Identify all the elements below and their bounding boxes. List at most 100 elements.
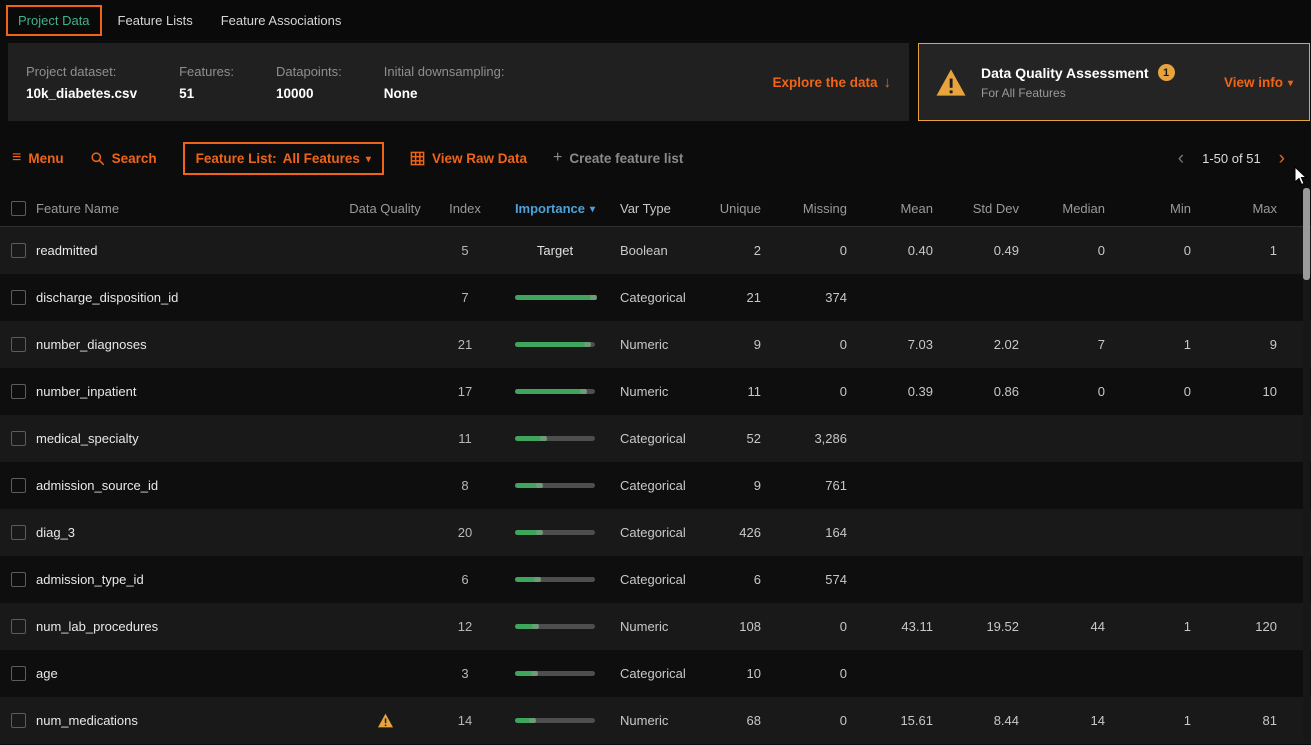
importance-cell: Target bbox=[500, 243, 610, 258]
index-value: 7 bbox=[430, 290, 500, 305]
header-var-type[interactable]: Var Type bbox=[610, 201, 700, 216]
data-quality-cell bbox=[340, 666, 430, 681]
data-quality-cell bbox=[340, 384, 430, 399]
header-std-dev[interactable]: Std Dev bbox=[947, 201, 1033, 216]
warning-icon bbox=[377, 713, 394, 728]
header-mean[interactable]: Mean bbox=[861, 201, 947, 216]
vertical-scrollbar[interactable] bbox=[1303, 188, 1310, 741]
view-raw-data-button[interactable]: View Raw Data bbox=[410, 151, 527, 166]
row-checkbox[interactable] bbox=[11, 243, 26, 258]
feature-list-dropdown[interactable]: Feature List: All Features ▾ bbox=[183, 142, 384, 175]
table-row[interactable]: num_lab_procedures 12 Numeric 108 0 43.1… bbox=[0, 603, 1311, 650]
row-checkbox[interactable] bbox=[11, 666, 26, 681]
header-missing[interactable]: Missing bbox=[775, 201, 861, 216]
table-row[interactable]: number_diagnoses 21 Numeric 9 0 7.03 2.0… bbox=[0, 321, 1311, 368]
median-value: 7 bbox=[1033, 337, 1119, 352]
row-checkbox[interactable] bbox=[11, 525, 26, 540]
std-dev-value: 8.44 bbox=[947, 713, 1033, 728]
select-all-checkbox[interactable] bbox=[11, 201, 26, 216]
pagination-prev-button[interactable]: ‹ bbox=[1178, 149, 1184, 168]
mean-value: 15.61 bbox=[861, 713, 947, 728]
row-checkbox[interactable] bbox=[11, 619, 26, 634]
max-value: 10 bbox=[1205, 384, 1291, 399]
row-checkbox-cell bbox=[0, 243, 36, 258]
data-quality-cell bbox=[340, 431, 430, 446]
var-type-value: Numeric bbox=[610, 713, 700, 728]
row-checkbox-cell bbox=[0, 666, 36, 681]
row-checkbox-cell bbox=[0, 619, 36, 634]
missing-value: 0 bbox=[775, 666, 861, 681]
header-max[interactable]: Max bbox=[1205, 201, 1291, 216]
unique-value: 9 bbox=[700, 478, 775, 493]
quality-panel-text: Data Quality Assessment 1 For All Featur… bbox=[981, 64, 1175, 100]
var-type-value: Numeric bbox=[610, 619, 700, 634]
menu-button[interactable]: ≡ Menu bbox=[12, 150, 64, 166]
missing-value: 0 bbox=[775, 619, 861, 634]
tab-feature-lists[interactable]: Feature Lists bbox=[106, 5, 205, 36]
row-checkbox[interactable] bbox=[11, 384, 26, 399]
std-dev-value: 2.02 bbox=[947, 337, 1033, 352]
row-checkbox[interactable] bbox=[11, 713, 26, 728]
importance-cell bbox=[500, 577, 610, 582]
header-median[interactable]: Median bbox=[1033, 201, 1119, 216]
min-value: 1 bbox=[1119, 713, 1205, 728]
row-checkbox[interactable] bbox=[11, 572, 26, 587]
header-data-quality[interactable]: Data Quality bbox=[340, 201, 430, 216]
table-row[interactable]: number_inpatient 17 Numeric 11 0 0.39 0.… bbox=[0, 368, 1311, 415]
table-row[interactable]: medical_specialty 11 Categorical 52 3,28… bbox=[0, 415, 1311, 462]
row-checkbox[interactable] bbox=[11, 290, 26, 305]
header-index[interactable]: Index bbox=[430, 201, 500, 216]
table-row[interactable]: diag_3 20 Categorical 426 164 bbox=[0, 509, 1311, 556]
feature-name: readmitted bbox=[36, 243, 340, 258]
tab-feature-associations[interactable]: Feature Associations bbox=[209, 5, 354, 36]
table-row[interactable]: readmitted 5 Target Boolean 2 0 0.40 0.4… bbox=[0, 227, 1311, 274]
importance-bar bbox=[515, 577, 595, 582]
importance-header-label: Importance bbox=[515, 201, 585, 216]
index-value: 5 bbox=[430, 243, 500, 258]
table-row[interactable]: age 3 Categorical 10 0 bbox=[0, 650, 1311, 697]
tab-project-data[interactable]: Project Data bbox=[6, 5, 102, 36]
search-label: Search bbox=[112, 151, 157, 166]
mean-value: 0.40 bbox=[861, 243, 947, 258]
table-row[interactable]: discharge_disposition_id 7 Categorical 2… bbox=[0, 274, 1311, 321]
create-feature-list-button[interactable]: + Create feature list bbox=[553, 150, 683, 166]
stat-label: Datapoints: bbox=[276, 64, 342, 79]
var-type-value: Boolean bbox=[610, 243, 700, 258]
max-value: 1 bbox=[1205, 243, 1291, 258]
row-checkbox[interactable] bbox=[11, 337, 26, 352]
pagination-next-button[interactable]: › bbox=[1279, 149, 1285, 168]
table-row[interactable]: admission_source_id 8 Categorical 9 761 bbox=[0, 462, 1311, 509]
header-importance[interactable]: Importance ▾ bbox=[500, 201, 610, 216]
row-checkbox[interactable] bbox=[11, 478, 26, 493]
mean-value: 43.11 bbox=[861, 619, 947, 634]
unique-value: 426 bbox=[700, 525, 775, 540]
data-quality-cell bbox=[340, 243, 430, 258]
feature-name: medical_specialty bbox=[36, 431, 340, 446]
row-checkbox[interactable] bbox=[11, 431, 26, 446]
quality-panel-subtitle: For All Features bbox=[981, 86, 1175, 100]
scrollbar-thumb[interactable] bbox=[1303, 188, 1310, 280]
info-row: Project dataset: 10k_diabetes.csv Featur… bbox=[8, 43, 1311, 121]
missing-value: 0 bbox=[775, 384, 861, 399]
table-row[interactable]: admission_type_id 6 Categorical 6 574 bbox=[0, 556, 1311, 603]
explore-the-data-link[interactable]: Explore the data ↓ bbox=[772, 74, 891, 91]
importance-cell bbox=[500, 389, 610, 394]
table-toolbar: ≡ Menu Search Feature List: All Features… bbox=[12, 138, 1299, 178]
median-value: 0 bbox=[1033, 384, 1119, 399]
index-value: 8 bbox=[430, 478, 500, 493]
view-info-button[interactable]: View info ▾ bbox=[1224, 75, 1293, 90]
data-quality-cell bbox=[340, 525, 430, 540]
table-row[interactable]: num_medications 14 Numeric 68 0 15.61 8.… bbox=[0, 697, 1311, 744]
importance-bar bbox=[515, 671, 595, 676]
feature-name: number_inpatient bbox=[36, 384, 340, 399]
search-button[interactable]: Search bbox=[90, 151, 157, 166]
feature-name: discharge_disposition_id bbox=[36, 290, 340, 305]
importance-bar bbox=[515, 389, 595, 394]
header-min[interactable]: Min bbox=[1119, 201, 1205, 216]
header-unique[interactable]: Unique bbox=[700, 201, 775, 216]
importance-cell bbox=[500, 671, 610, 676]
var-type-value: Numeric bbox=[610, 337, 700, 352]
explore-label: Explore the data bbox=[772, 75, 877, 90]
feature-name: admission_source_id bbox=[36, 478, 340, 493]
header-feature-name[interactable]: Feature Name bbox=[36, 201, 340, 216]
